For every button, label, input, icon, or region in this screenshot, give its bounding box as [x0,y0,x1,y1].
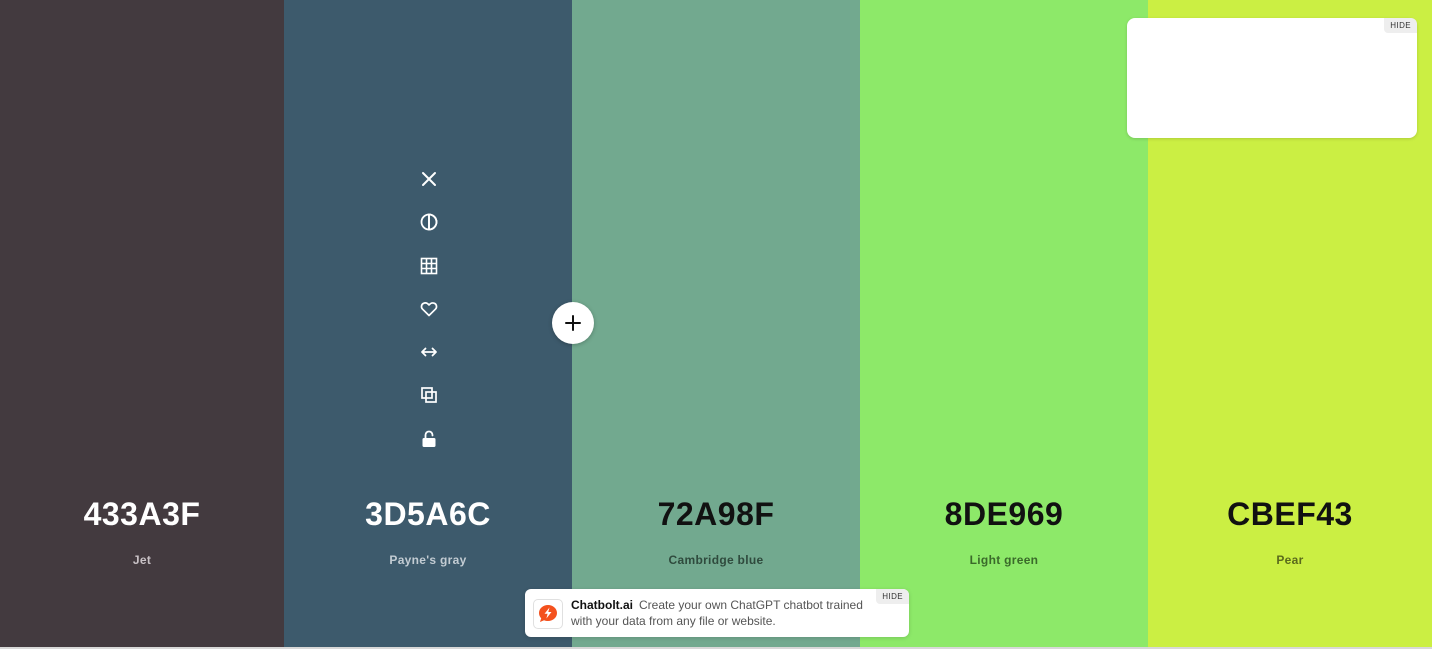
unlock-icon [422,430,436,447]
color-name[interactable]: Payne's gray [284,553,572,567]
grid-icon [420,257,438,274]
hex-code[interactable]: 433A3F [0,493,284,535]
swatch-toolbar [416,166,442,469]
hide-promo-button[interactable]: HIDE [876,589,909,604]
remove-color-button[interactable] [416,166,442,192]
promo-brand: Chatbolt.ai [571,598,633,612]
hide-ad-button[interactable]: HIDE [1384,18,1417,33]
hex-code[interactable]: 72A98F [572,493,860,535]
promo-text: Chatbolt.ai Create your own ChatGPT chatb… [571,597,871,629]
save-color-button[interactable] [416,296,442,322]
copy-hex-button[interactable] [416,382,442,408]
promo-banner[interactable]: Chatbolt.ai Create your own ChatGPT chatb… [525,589,909,637]
color-name[interactable]: Jet [0,553,284,567]
ad-box: HIDE [1127,18,1417,138]
lock-color-button[interactable] [416,426,442,452]
color-name[interactable]: Light green [860,553,1148,567]
drag-button[interactable] [416,339,442,365]
chatbolt-logo [533,599,563,629]
hex-code[interactable]: 8DE969 [860,493,1148,535]
add-color-button[interactable] [552,302,594,344]
chatbolt-logo-icon [539,605,557,622]
drag-arrows-icon [421,347,437,357]
plus-icon [565,315,581,331]
heart-icon [420,302,438,317]
shades-button[interactable] [416,209,442,235]
color-swatch-4[interactable]: 8DE969 Light green [860,0,1148,647]
color-swatch-3[interactable]: 72A98F Cambridge blue [572,0,860,647]
hex-code[interactable]: 3D5A6C [284,493,572,535]
view-shades-button[interactable] [416,253,442,279]
contrast-icon [420,213,438,231]
color-swatch-1[interactable]: 433A3F Jet [0,0,284,647]
color-name[interactable]: Pear [1148,553,1432,567]
color-name[interactable]: Cambridge blue [572,553,860,567]
hex-code[interactable]: CBEF43 [1148,493,1432,535]
close-icon [422,172,436,186]
copy-icon [421,387,437,404]
